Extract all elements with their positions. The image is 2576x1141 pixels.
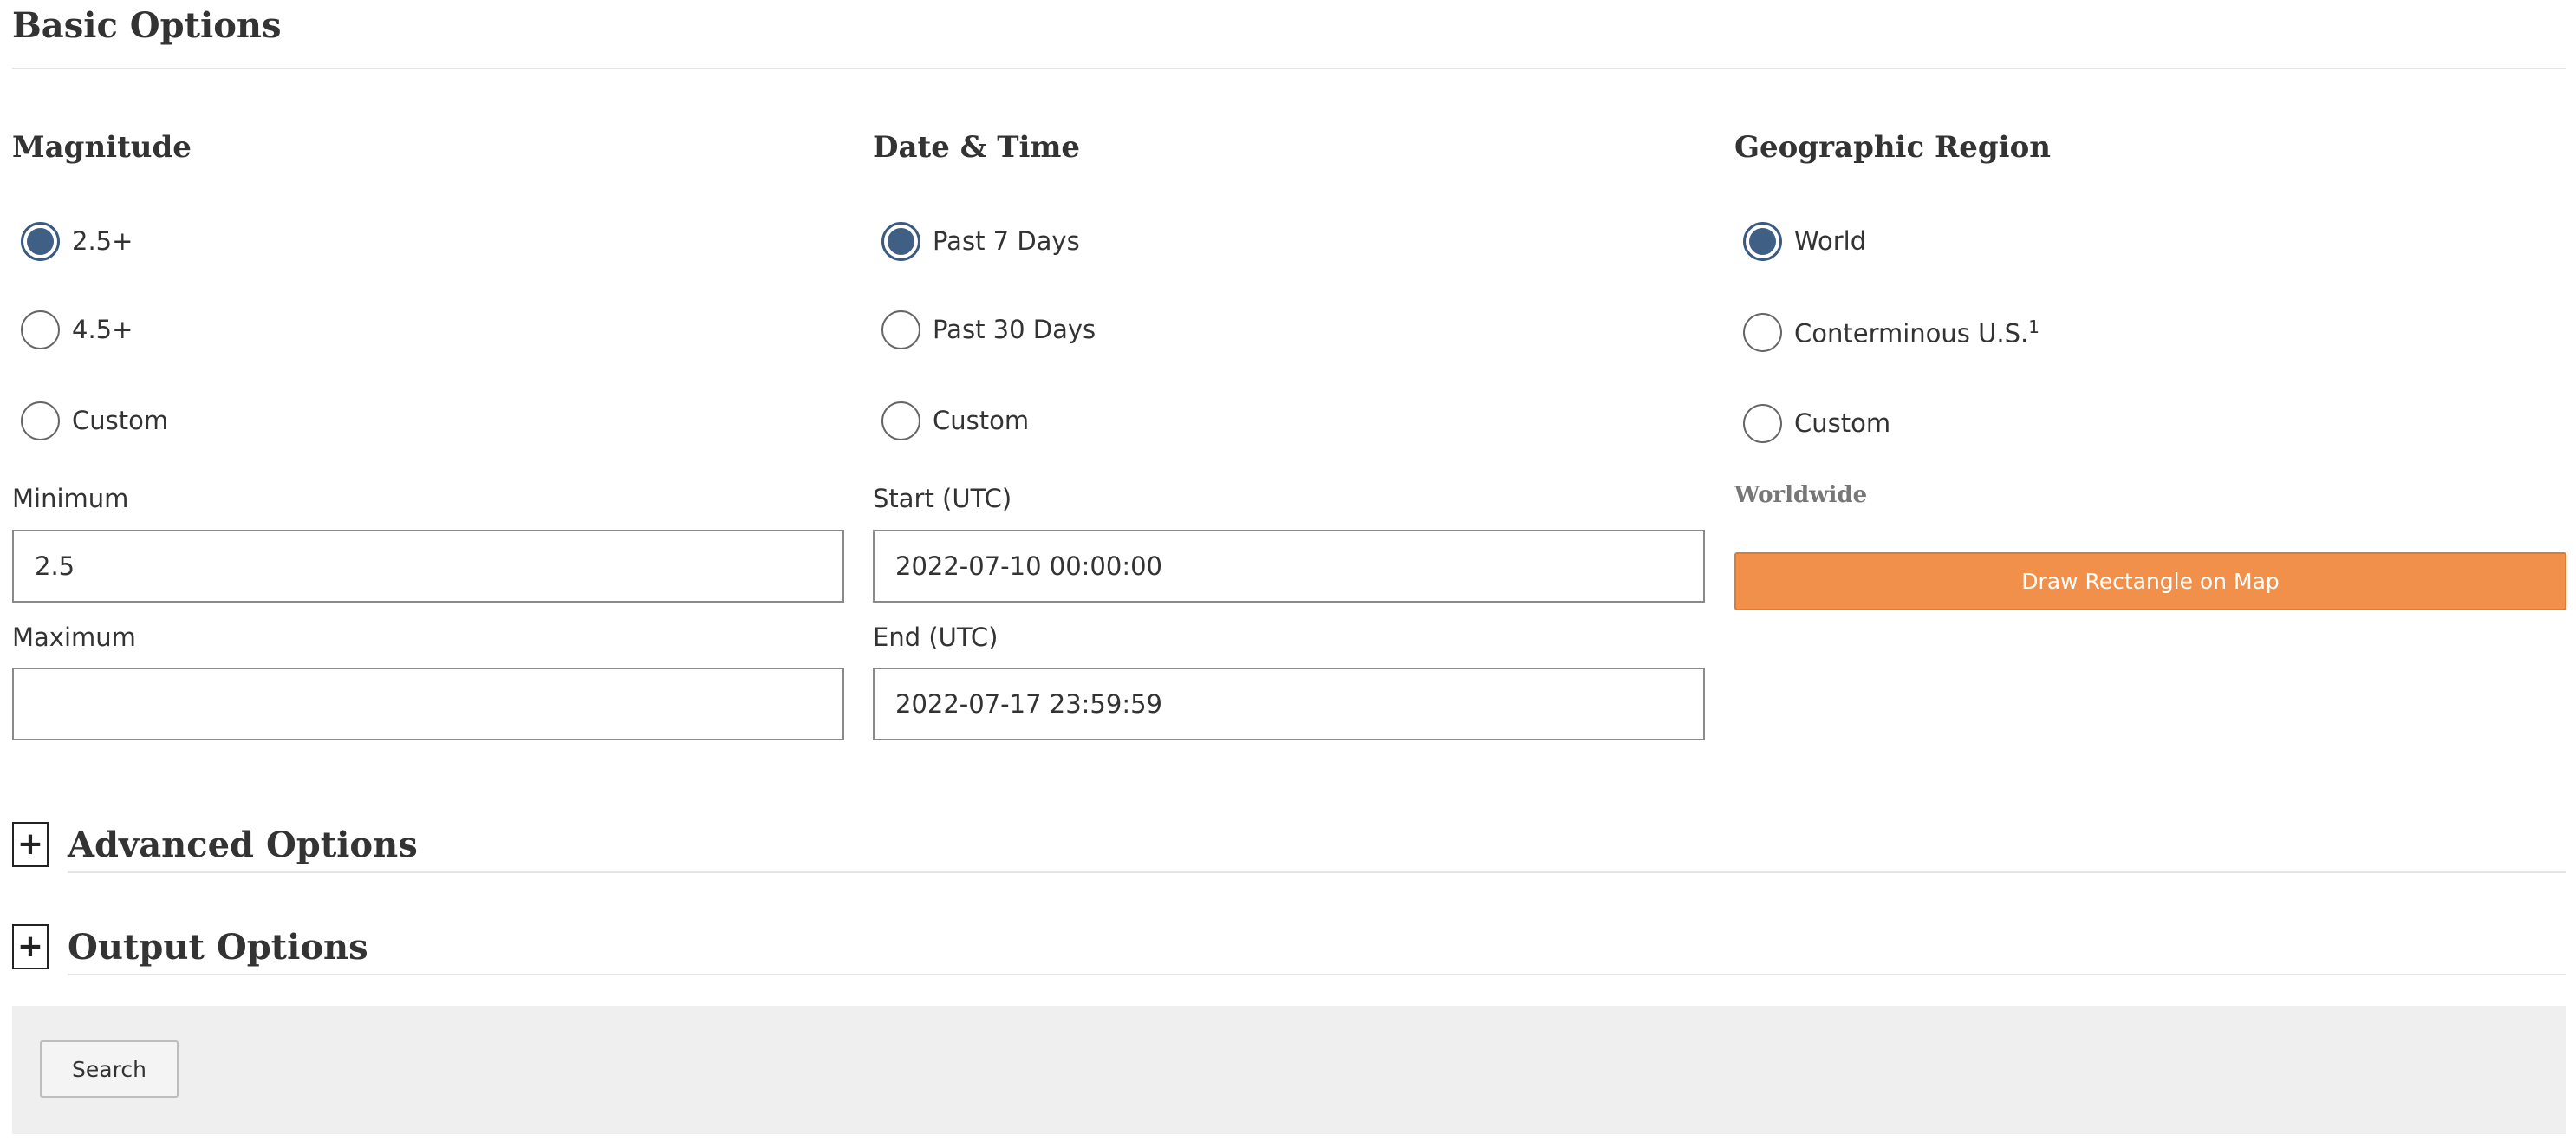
basic-options-divider — [12, 68, 2566, 69]
radio-button[interactable] — [21, 401, 60, 440]
datetime-radio-past-7-days[interactable]: Past 7 Days — [881, 215, 1080, 267]
radio-label: Past 7 Days — [933, 226, 1080, 256]
end-utc-label: End (UTC) — [873, 623, 999, 652]
output-options-toggle[interactable]: + Output Options — [12, 924, 368, 969]
search-button[interactable]: Search — [40, 1040, 179, 1098]
radio-label: 4.5+ — [72, 315, 133, 344]
radio-button-checked[interactable] — [21, 221, 60, 261]
radio-label: 2.5+ — [72, 226, 133, 256]
radio-label: Custom — [72, 406, 169, 435]
radio-button[interactable] — [1743, 312, 1782, 352]
radio-button[interactable] — [1743, 403, 1782, 443]
radio-label: Custom — [1794, 408, 1891, 438]
datetime-radio-custom[interactable]: Custom — [881, 394, 1029, 447]
basic-options-title: Basic Options — [12, 5, 282, 46]
draw-rectangle-button[interactable]: Draw Rectangle on Map — [1734, 552, 2566, 610]
radio-button-checked[interactable] — [1743, 221, 1782, 261]
output-options-title: Output Options — [68, 926, 368, 968]
maximum-magnitude-input[interactable] — [12, 668, 844, 740]
advanced-options-toggle[interactable]: + Advanced Options — [12, 822, 418, 867]
radio-label: World — [1794, 226, 1867, 256]
radio-label: Past 30 Days — [933, 315, 1096, 344]
region-radio-conterminous-us[interactable]: Conterminous U.S.1 — [1743, 306, 2039, 358]
footnote-marker[interactable]: 1 — [2028, 316, 2039, 337]
search-form-page: Basic Options Magnitude 2.5+ 4.5+ Custom… — [0, 0, 2576, 1141]
maximum-label: Maximum — [12, 623, 136, 652]
radio-label: Conterminous U.S.1 — [1794, 316, 2039, 349]
end-utc-input[interactable] — [873, 668, 1705, 740]
region-radio-custom[interactable]: Custom — [1743, 397, 1890, 449]
start-utc-input[interactable] — [873, 530, 1705, 603]
expand-icon[interactable]: + — [12, 924, 49, 969]
radio-label: Custom — [933, 406, 1030, 435]
radio-button[interactable] — [21, 310, 60, 349]
radio-button[interactable] — [881, 401, 920, 440]
magnitude-radio-4-5[interactable]: 4.5+ — [21, 303, 133, 355]
magnitude-radio-2-5[interactable]: 2.5+ — [21, 215, 133, 267]
radio-button[interactable] — [881, 310, 920, 349]
region-radio-world[interactable]: World — [1743, 215, 1866, 267]
region-selection-note: Worldwide — [1734, 482, 1868, 508]
advanced-options-title: Advanced Options — [68, 824, 418, 865]
radio-button-checked[interactable] — [881, 221, 920, 261]
region-heading: Geographic Region — [1734, 130, 2051, 165]
magnitude-radio-custom[interactable]: Custom — [21, 394, 168, 447]
magnitude-heading: Magnitude — [12, 130, 192, 165]
minimum-magnitude-input[interactable] — [12, 530, 844, 603]
output-options-divider — [68, 974, 2566, 975]
minimum-label: Minimum — [12, 484, 129, 513]
expand-icon[interactable]: + — [12, 822, 49, 867]
datetime-radio-past-30-days[interactable]: Past 30 Days — [881, 303, 1096, 355]
search-bar: Search — [12, 1006, 2566, 1134]
datetime-heading: Date & Time — [873, 130, 1081, 165]
start-utc-label: Start (UTC) — [873, 484, 1012, 513]
advanced-options-divider — [68, 871, 2566, 873]
radio-label-text: Conterminous U.S. — [1794, 318, 2029, 349]
